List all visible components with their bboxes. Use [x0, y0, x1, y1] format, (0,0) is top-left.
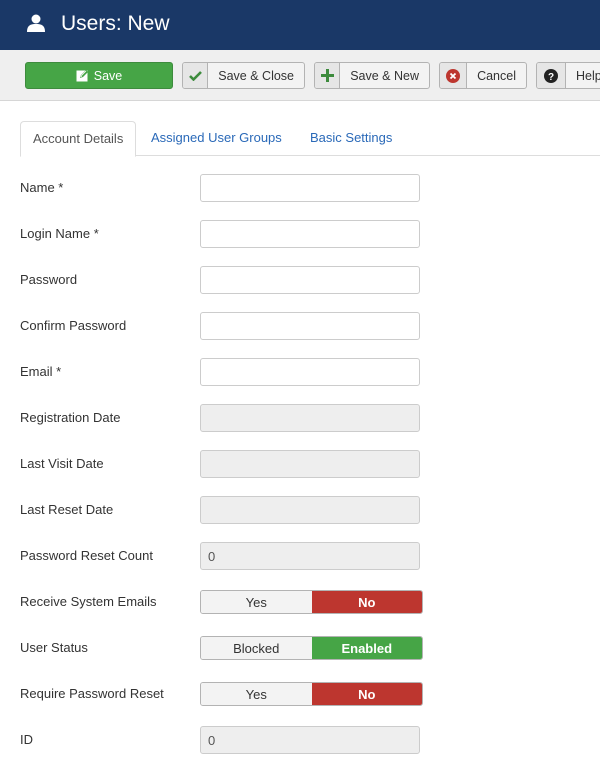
help-button-label: Help: [576, 68, 600, 83]
form-row-require-password-reset: Require Password Reset Yes No: [20, 682, 440, 710]
receive-system-emails-label: Receive System Emails: [20, 594, 157, 609]
password-reset-count-field: [200, 542, 420, 570]
form-row-password: Password: [20, 266, 440, 294]
save-new-button[interactable]: Save & New: [314, 62, 430, 89]
form-row-confirm-password: Confirm Password: [20, 312, 440, 340]
question-circle-icon: ?: [544, 68, 558, 83]
check-icon: [188, 71, 202, 81]
registration-date-field: [200, 404, 420, 432]
save-new-button-label: Save & New: [350, 68, 419, 83]
password-input[interactable]: [200, 266, 420, 294]
last-reset-date-field: [200, 496, 420, 524]
user-icon: [27, 14, 45, 32]
receive-system-emails-yes[interactable]: Yes: [201, 591, 312, 613]
save-close-button-label: Save & Close: [218, 68, 294, 83]
help-button[interactable]: ? Help: [536, 62, 600, 89]
cancel-button[interactable]: Cancel: [439, 62, 527, 89]
name-input[interactable]: [200, 174, 420, 202]
id-label: ID: [20, 732, 33, 747]
tab-basic-settings[interactable]: Basic Settings: [298, 121, 404, 156]
form-row-receive-system-emails: Receive System Emails Yes No: [20, 590, 440, 618]
form-row-password-reset-count: Password Reset Count: [20, 542, 440, 570]
user-status-enabled[interactable]: Enabled: [311, 637, 422, 659]
save-close-button[interactable]: Save & Close: [182, 62, 305, 89]
tab-assigned-user-groups[interactable]: Assigned User Groups: [139, 121, 294, 156]
cancel-button-label: Cancel: [477, 68, 516, 83]
password-reset-count-label: Password Reset Count: [20, 548, 153, 563]
receive-system-emails-no[interactable]: No: [311, 591, 422, 613]
email-input[interactable]: [200, 358, 420, 386]
password-label: Password: [20, 272, 78, 287]
user-status-toggle: Blocked Enabled: [200, 636, 423, 660]
form-row-name: Name *: [20, 174, 440, 202]
confirm-password-label: Confirm Password: [20, 318, 127, 333]
svg-text:?: ?: [548, 72, 554, 83]
form-row-email: Email *: [20, 358, 440, 386]
last-reset-date-label: Last Reset Date: [20, 502, 114, 517]
form-row-login-name: Login Name *: [20, 220, 440, 248]
login-name-input[interactable]: [200, 220, 420, 248]
tab-account-details[interactable]: Account Details: [20, 121, 137, 157]
require-password-reset-toggle: Yes No: [200, 682, 423, 706]
form-row-last-visit-date: Last Visit Date: [20, 450, 440, 478]
require-password-reset-no[interactable]: No: [311, 683, 422, 705]
require-password-reset-yes[interactable]: Yes: [201, 683, 312, 705]
tab-bar: Account Details Assigned User Groups Bas…: [20, 121, 600, 157]
registration-date-label: Registration Date: [20, 410, 121, 425]
login-name-label: Login Name *: [20, 226, 99, 241]
form-row-id: ID: [20, 726, 440, 754]
cancel-circle-icon: [446, 68, 461, 83]
confirm-password-input[interactable]: [200, 312, 420, 340]
save-button[interactable]: Save: [25, 62, 173, 89]
page-title: Users: New: [61, 12, 170, 35]
user-status-label: User Status: [20, 640, 88, 655]
email-label: Email *: [20, 364, 62, 379]
name-label: Name *: [20, 180, 64, 195]
toolbar: Save Save & Close Save & New Cancel ? He…: [0, 50, 600, 101]
last-visit-date-field: [200, 450, 420, 478]
edit-icon: [76, 70, 88, 82]
form-row-registration-date: Registration Date: [20, 404, 440, 432]
form-row-user-status: User Status Blocked Enabled: [20, 636, 440, 664]
save-button-label: Save: [93, 68, 123, 83]
receive-system-emails-toggle: Yes No: [200, 590, 423, 614]
require-password-reset-label: Require Password Reset: [20, 686, 164, 701]
last-visit-date-label: Last Visit Date: [20, 456, 104, 471]
user-status-blocked[interactable]: Blocked: [201, 637, 312, 659]
id-field: [200, 726, 420, 754]
form-row-last-reset-date: Last Reset Date: [20, 496, 440, 524]
page-header: Users: New: [0, 0, 600, 50]
plus-icon: [320, 69, 334, 82]
